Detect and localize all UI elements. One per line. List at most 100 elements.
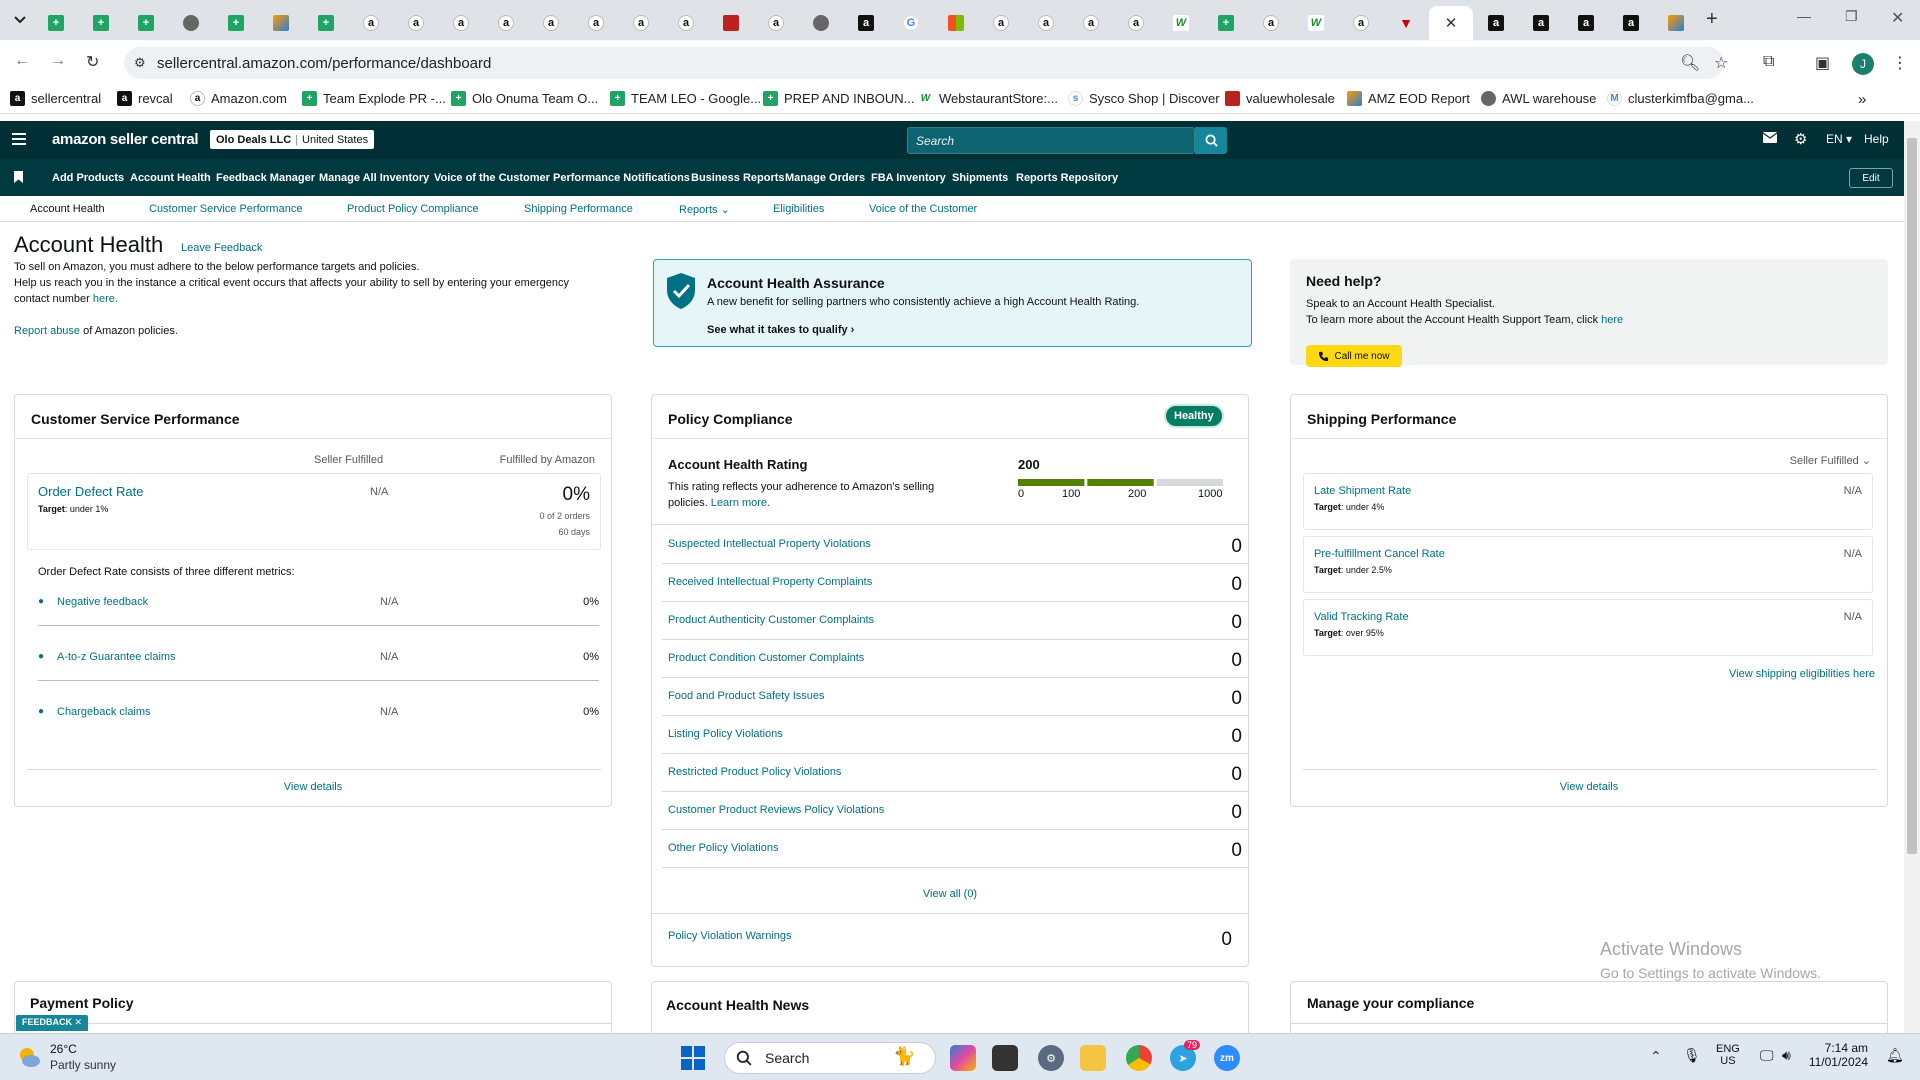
weather-condition[interactable]: Partly sunny xyxy=(50,1058,116,1072)
chevron-up-icon[interactable]: ⌃ xyxy=(1650,1048,1662,1065)
settings-gear-icon[interactable]: ⚙ xyxy=(1794,130,1807,148)
bookmark-item[interactable]: a sellercentral xyxy=(10,91,101,106)
site-info-icon[interactable]: ⚙ xyxy=(134,55,146,71)
browser-tab[interactable]: a xyxy=(844,6,888,40)
feedback-tab[interactable]: FEEDBACK ✕ xyxy=(16,1015,89,1031)
nav-item-business-reports[interactable]: Business Reports xyxy=(691,172,785,184)
browser-tab[interactable]: a xyxy=(1024,6,1068,40)
new-tab-plus-icon[interactable]: + xyxy=(1706,8,1718,31)
browser-tab[interactable]: + xyxy=(214,6,258,40)
close-tab-icon[interactable]: ✕ xyxy=(1445,14,1458,32)
back-arrow-icon[interactable]: ← xyxy=(14,52,30,70)
qualify-link[interactable]: See what it takes to qualify › xyxy=(707,324,854,336)
settings-app-icon[interactable]: ⚙ xyxy=(1038,1045,1064,1071)
window-close-icon[interactable]: ✕ xyxy=(1891,8,1904,28)
bookmark-item[interactable]: + TEAM LEO - Google... xyxy=(610,91,761,106)
zoom-app-icon[interactable]: zm xyxy=(1214,1045,1240,1071)
browser-tab[interactable]: ▼ xyxy=(1384,6,1428,40)
file-explorer-icon[interactable] xyxy=(1080,1045,1106,1071)
order-defect-rate-link[interactable]: Order Defect Rate xyxy=(38,484,144,499)
policy-row-link[interactable]: Product Authenticity Customer Complaints xyxy=(668,614,874,626)
bookmark-item[interactable]: AMZ EOD Report xyxy=(1347,91,1470,106)
bookmark-item[interactable]: W WebstaurantStore:... xyxy=(918,91,1058,106)
browser-tab[interactable] xyxy=(259,6,303,40)
bookmark-item[interactable]: s Sysco Shop | Discover xyxy=(1068,91,1220,106)
notification-bell-icon[interactable]: 🔔︎ xyxy=(1886,1047,1904,1064)
language-selector[interactable]: EN ▾ xyxy=(1826,132,1852,146)
bookmark-item[interactable]: Mclusterkimfba@gma... xyxy=(1607,91,1754,106)
browser-tab[interactable]: a xyxy=(619,6,663,40)
view-all-link[interactable]: View all (0) xyxy=(652,888,1248,900)
close-icon[interactable]: ✕ xyxy=(75,1017,83,1027)
browser-tab[interactable]: a xyxy=(1114,6,1158,40)
subnav-tab-account-health[interactable]: Account Health xyxy=(30,203,105,215)
nav-item-performance-notifications[interactable]: Performance Notifications xyxy=(553,172,690,184)
reload-icon[interactable]: ↻ xyxy=(86,52,99,72)
policy-row-link[interactable]: Received Intellectual Property Complaint… xyxy=(668,576,872,588)
call-me-now-button[interactable]: Call me now xyxy=(1306,345,1402,367)
side-panel-icon[interactable]: ▣ xyxy=(1815,53,1830,73)
fulfillment-filter-dropdown[interactable]: Seller Fulfilled ⌄ xyxy=(1790,454,1871,467)
bookmark-item[interactable]: + PREP AND INBOUN... xyxy=(763,91,915,106)
subnav-tab-shipping-performance[interactable]: Shipping Performance xyxy=(524,203,633,215)
browser-tab[interactable]: a xyxy=(1249,6,1293,40)
chrome-icon[interactable] xyxy=(1126,1045,1152,1071)
browser-tab[interactable] xyxy=(169,6,213,40)
browser-tab[interactable]: + xyxy=(79,6,123,40)
browser-tab[interactable]: a xyxy=(349,6,393,40)
browser-tab[interactable]: a xyxy=(439,6,483,40)
shipping-metric-link[interactable]: Valid Tracking Rate xyxy=(1314,611,1409,623)
profile-avatar[interactable]: J xyxy=(1852,53,1874,75)
search-button[interactable] xyxy=(1195,127,1227,154)
input-language[interactable]: ENG US xyxy=(1716,1043,1740,1067)
policy-row-link[interactable]: Suspected Intellectual Property Violatio… xyxy=(668,538,871,550)
subnav-tab-reports[interactable]: Reports ⌄ xyxy=(679,203,730,216)
nav-item-feedback-manager[interactable]: Feedback Manager xyxy=(216,172,315,184)
bookmark-item[interactable]: valuewholesale xyxy=(1225,91,1335,106)
policy-row-link[interactable]: Restricted Product Policy Violations xyxy=(668,766,841,778)
browser-tab[interactable]: a xyxy=(1474,6,1518,40)
policy-row-link[interactable]: Food and Product Safety Issues xyxy=(668,690,825,702)
minimize-icon[interactable]: — xyxy=(1797,8,1811,24)
active-tab[interactable]: ✕ xyxy=(1429,6,1473,40)
nav-item-manage-all-inventory[interactable]: Manage All Inventory xyxy=(319,172,429,184)
policy-row-link[interactable]: Other Policy Violations xyxy=(668,842,778,854)
browser-tab[interactable]: + xyxy=(34,6,78,40)
nav-item-reports-repository[interactable]: Reports Repository xyxy=(1016,172,1118,184)
csp-view-details-link[interactable]: View details xyxy=(15,781,611,793)
more-bookmarks-icon[interactable]: » xyxy=(1858,91,1866,108)
bookmark-item[interactable]: a Amazon.com xyxy=(190,91,287,106)
browser-tab[interactable]: a xyxy=(574,6,618,40)
browser-tab[interactable] xyxy=(1654,6,1698,40)
browser-tab[interactable]: a xyxy=(1069,6,1113,40)
browser-tab[interactable]: a xyxy=(529,6,573,40)
more-menu-icon[interactable]: ⋮ xyxy=(1892,53,1908,73)
nav-item-account-health[interactable]: Account Health xyxy=(130,172,211,184)
windows-start-icon[interactable] xyxy=(681,1046,705,1070)
extensions-icon[interactable]: ⧉ xyxy=(1763,53,1774,71)
browser-tab[interactable]: a xyxy=(394,6,438,40)
policy-row-link[interactable]: Listing Policy Violations xyxy=(668,728,783,740)
shipping-metric-link[interactable]: Late Shipment Rate xyxy=(1314,485,1411,497)
file-explorer-dark-icon[interactable] xyxy=(992,1045,1018,1071)
browser-tab[interactable] xyxy=(934,6,978,40)
subnav-tab-product-policy-compliance[interactable]: Product Policy Compliance xyxy=(347,203,478,215)
browser-tab[interactable] xyxy=(799,6,843,40)
tab-search-chevron-icon[interactable] xyxy=(8,9,32,31)
bookmark-item[interactable]: AWL warehouse xyxy=(1481,91,1596,106)
bookmark-nav-icon[interactable] xyxy=(14,171,23,183)
forward-arrow-icon[interactable]: → xyxy=(50,52,66,70)
nav-item-shipments[interactable]: Shipments xyxy=(952,172,1008,184)
browser-tab[interactable]: a xyxy=(1519,6,1563,40)
browser-tab[interactable]: G xyxy=(889,6,933,40)
subnav-tab-voice-of-the-customer[interactable]: Voice of the Customer xyxy=(869,203,977,215)
learn-more-link[interactable]: Learn more. xyxy=(711,497,770,509)
nav-item-add-products[interactable]: Add Products xyxy=(52,172,124,184)
policy-violation-warnings-link[interactable]: Policy Violation Warnings xyxy=(668,930,792,942)
nav-item-manage-orders[interactable]: Manage Orders xyxy=(785,172,865,184)
policy-row-link[interactable]: Customer Product Reviews Policy Violatio… xyxy=(668,804,884,816)
account-switcher[interactable]: Olo Deals LLC | United States xyxy=(210,130,375,149)
policy-row-link[interactable]: Product Condition Customer Complaints xyxy=(668,652,864,664)
seller-central-logo[interactable]: amazon seller central xyxy=(52,131,199,148)
report-abuse-link[interactable]: Report abuse xyxy=(14,325,80,337)
